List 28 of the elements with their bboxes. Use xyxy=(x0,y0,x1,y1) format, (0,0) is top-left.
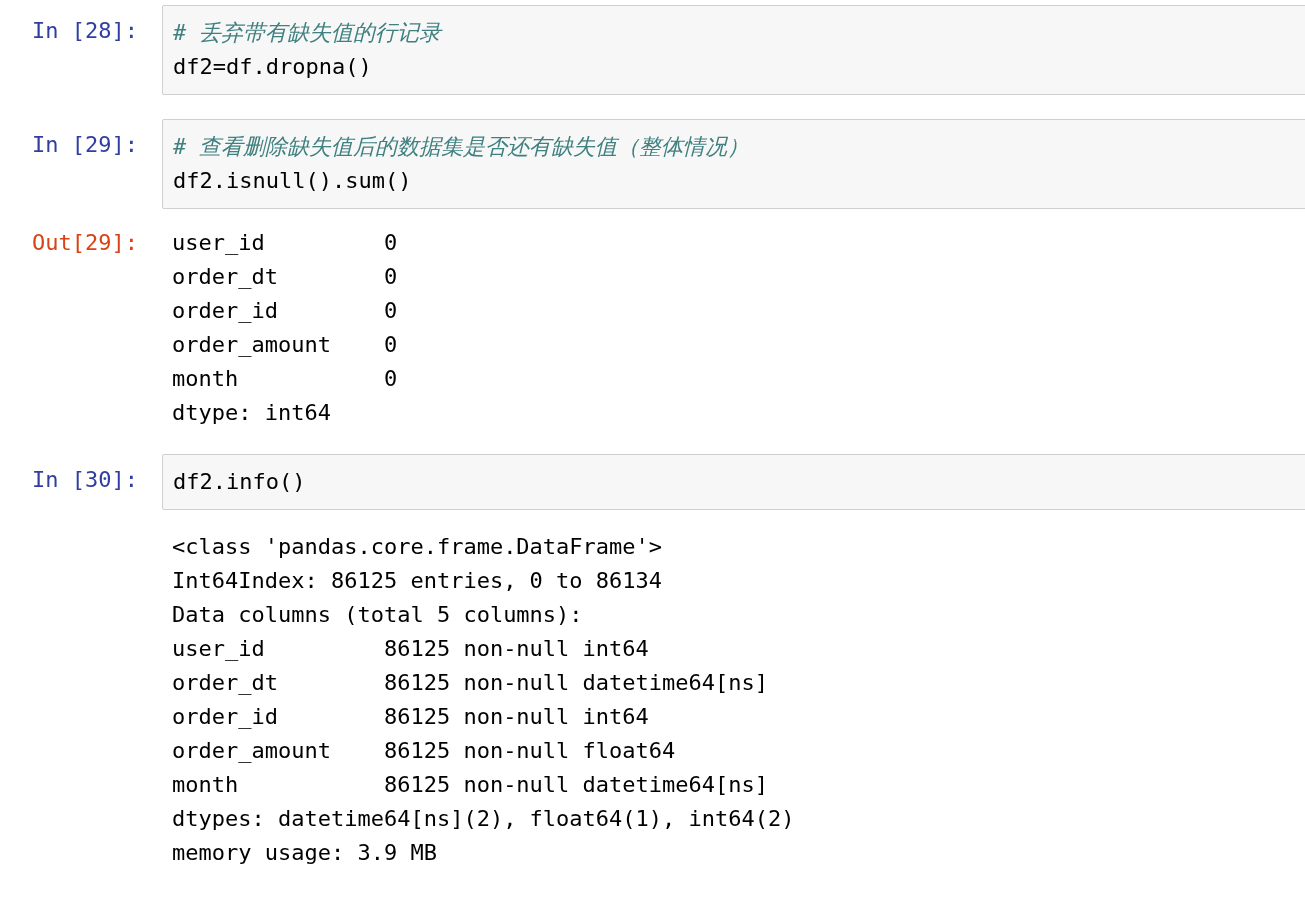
output-line: order_id 0 xyxy=(172,297,398,325)
output-line: dtypes: datetime64[ns](2), float64(1), int64(2) xyxy=(172,805,795,833)
code-input-cell[interactable]: df2.info() xyxy=(162,454,1305,510)
code-comment: # 查看删除缺失值后的数据集是否还有缺失值（整体情况） xyxy=(173,133,751,161)
output-line: order_amount 0 xyxy=(172,331,398,359)
output-line: order_dt 86125 non-null datetime64[ns] xyxy=(172,669,770,697)
output-line: <class 'pandas.core.frame.DataFrame'> xyxy=(172,533,664,561)
input-prompt: In [30]: xyxy=(31,466,139,494)
output-line: dtype: int64 xyxy=(172,399,332,427)
input-prompt: In [28]: xyxy=(31,17,139,45)
output-line: user_id 0 xyxy=(172,229,398,257)
code-input-cell[interactable]: # 查看删除缺失值后的数据集是否还有缺失值（整体情况） df2.isnull().sum() xyxy=(162,119,1305,209)
output-line: order_id 86125 non-null int64 xyxy=(172,703,650,731)
output-line: user_id 86125 non-null int64 xyxy=(172,635,650,663)
output-line: month 86125 non-null datetime64[ns] xyxy=(172,771,770,799)
output-line: order_amount 86125 non-null float64 xyxy=(172,737,677,765)
output-line: Int64Index: 86125 entries, 0 to 86134 xyxy=(172,567,664,595)
code-line: df2.info() xyxy=(173,468,307,496)
code-input-cell[interactable]: # 丢弃带有缺失值的行记录 df2=df.dropna() xyxy=(162,5,1305,95)
input-prompt: In [29]: xyxy=(31,131,139,159)
output-line: month 0 xyxy=(172,365,398,393)
output-line: memory usage: 3.9 MB xyxy=(172,839,438,867)
output-line: order_dt 0 xyxy=(172,263,398,291)
code-line: df2.isnull().sum() xyxy=(173,167,413,195)
code-line: df2=df.dropna() xyxy=(173,53,373,81)
code-comment: # 丢弃带有缺失值的行记录 xyxy=(173,19,444,47)
output-prompt: Out[29]: xyxy=(31,229,139,257)
output-line: Data columns (total 5 columns): xyxy=(172,601,584,629)
